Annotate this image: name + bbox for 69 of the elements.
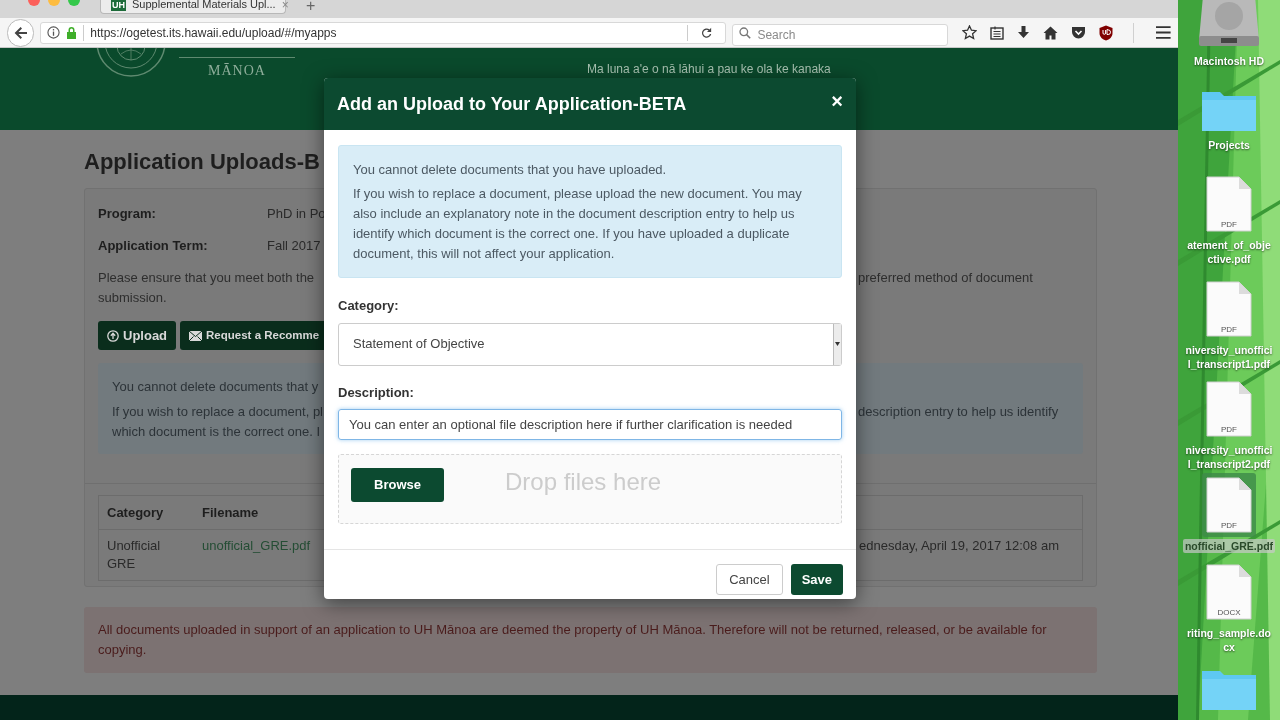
file-type-label: PDF (1220, 522, 1238, 530)
document-icon[interactable]: PDF (1206, 381, 1252, 437)
document-icon[interactable]: DOCX (1206, 564, 1252, 620)
wordmark: MĀNOA (208, 64, 266, 78)
reload-icon[interactable] (700, 26, 714, 39)
shield-icon[interactable] (1099, 24, 1114, 41)
info-text: If you wish to replace a document, please upload the new document. You may also include an explanatory note in the document description entry to help us identify which document is the correct one. If you have uploaded a duplicate document, this will not affect your application. (353, 185, 803, 263)
upload-button[interactable]: Upload (98, 321, 177, 350)
document-icon[interactable]: PDF (1206, 176, 1252, 232)
page-sheet (1206, 381, 1252, 437)
upload-icon (107, 329, 119, 342)
dropdown-arrow-icon (835, 342, 840, 346)
hard-drive-icon[interactable] (1199, 0, 1259, 48)
pocket-icon[interactable] (1071, 25, 1087, 40)
notice-text: preferred method of document (858, 269, 1033, 287)
home-icon[interactable] (1043, 25, 1059, 40)
page-sheet (1206, 281, 1252, 337)
table-cell: ednesday, April 19, 2017 12:08 am (859, 537, 1059, 555)
info-text: If you wish to replace a document, pl (112, 404, 323, 419)
reading-list-icon[interactable] (990, 25, 1005, 40)
table-cell-text: Unofficial GRE (107, 537, 162, 573)
browser-tab[interactable]: UH Supplemental Materials Upl... × (100, 0, 286, 14)
document-icon[interactable]: PDF (1206, 281, 1252, 337)
star-icon[interactable] (962, 25, 978, 40)
info-text: You cannot delete documents that you have uploaded. (353, 161, 668, 179)
search-icon (739, 26, 752, 39)
file-type-label: DOCX (1216, 609, 1242, 617)
download-icon[interactable] (1017, 25, 1031, 40)
address-bar[interactable]: https://ogetest.its.hawaii.edu/upload/#/myapps (40, 21, 727, 44)
url-text: https://ogetest.its.hawaii.edu/upload/#/myapps (90, 24, 338, 42)
dialog-title: Add an Upload to Your Application-BETA (337, 92, 687, 116)
icon-label[interactable]: nofficial_GRE.pdf (1182, 539, 1276, 553)
info-text: description entry to help us identify (858, 403, 1059, 421)
file-type-label: PDF (1220, 326, 1238, 334)
field-label: Program: (98, 205, 157, 224)
info-icon[interactable] (47, 26, 61, 39)
cancel-button[interactable]: Cancel (716, 564, 783, 595)
description-field[interactable]: You can enter an optional file description here if further clarification is needed (338, 409, 842, 440)
save-button[interactable]: Save (790, 564, 843, 595)
field-value: Fall 2017 (267, 237, 321, 256)
page-sheet (1206, 564, 1252, 620)
notice-text: submission. (98, 289, 167, 307)
back-button[interactable] (7, 18, 35, 47)
tab-title: Supplemental Materials Upl... (132, 0, 276, 13)
lock-icon (66, 26, 78, 39)
menu-icon[interactable] (1156, 26, 1171, 39)
field-label: Description: (338, 383, 415, 402)
field-label: Application Term: (98, 237, 209, 256)
page-sheet (1206, 176, 1252, 232)
favicon: UH (111, 0, 126, 11)
info-text: You cannot delete documents that y (112, 378, 319, 396)
category-select[interactable]: Statement of Objective (338, 322, 842, 366)
info-text: which document is the correct one. I (112, 423, 321, 441)
notice-text: Please ensure that you meet both the (98, 270, 315, 285)
envelope-icon (189, 330, 203, 341)
page-title: Application Uploads-B (84, 148, 320, 176)
close-button[interactable]: × (831, 91, 843, 111)
document-icon[interactable]: PDF (1206, 477, 1252, 533)
back-arrow-icon (13, 25, 28, 40)
motto-text: Ma luna a'e o nā lāhui a pau ke ola ke kanaka (587, 61, 831, 78)
file-type-label: PDF (1220, 221, 1238, 229)
column-header: Filename (202, 503, 260, 522)
file-type-label: PDF (1220, 426, 1238, 434)
property-notice: All documents uploaded in support of an application to UH Mānoa are deemed the property of UH Mānoa. Therefore will not be returned, released, or be available for copying. (84, 607, 1097, 673)
column-header: Category (107, 503, 165, 522)
browse-button[interactable]: Browse (351, 468, 444, 502)
search-field[interactable]: Search (732, 23, 949, 46)
new-tab-button[interactable]: + (306, 0, 316, 14)
field-label: Category: (338, 297, 400, 315)
